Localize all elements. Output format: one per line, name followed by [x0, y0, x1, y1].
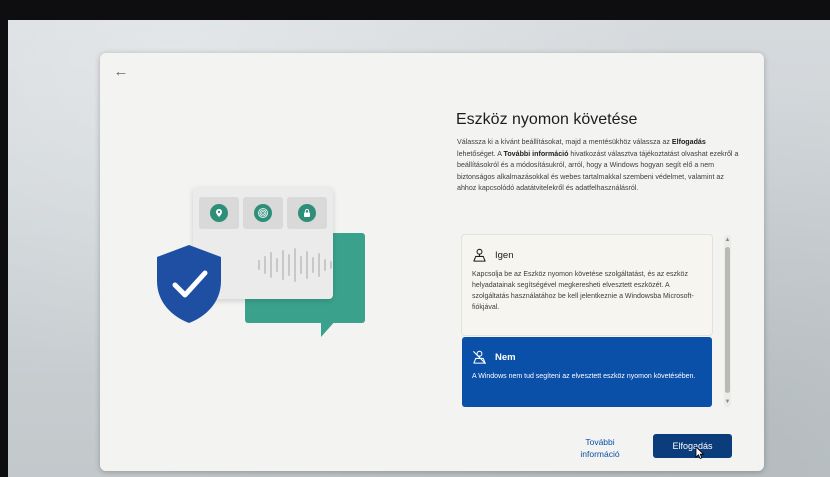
setup-dialog: ← Eszköz nyomon követése Válassza ki a k… [100, 53, 764, 471]
audio-wave-graphic [258, 248, 332, 282]
options-list: Igen Kapcsolja be az Eszköz nyomon követ… [462, 235, 732, 407]
option-no-header: Nem [472, 347, 702, 367]
oobe-screen: ← Eszköz nyomon követése Válassza ki a k… [8, 20, 830, 477]
shield-check-icon [157, 245, 221, 323]
location-pin-icon [210, 204, 228, 222]
more-info-button[interactable]: További információ [570, 436, 630, 460]
scroll-down-icon[interactable]: ▼ [724, 397, 731, 407]
description-accept-ref: Elfogadás [671, 138, 706, 146]
option-no-label: Nem [495, 351, 516, 363]
description-text: lehetőséget. A [457, 149, 504, 158]
option-no-description: A Windows nem tud segíteni az elvesztett… [472, 373, 696, 380]
privacy-illustration [145, 183, 375, 353]
option-yes[interactable]: Igen Kapcsolja be az Eszköz nyomon követ… [462, 235, 712, 335]
options-scrollbar[interactable]: ▲ ▼ [724, 235, 731, 407]
option-yes-description: Kapcsolja be az Eszköz nyomon követése s… [472, 271, 694, 311]
mouse-cursor-icon [695, 446, 705, 460]
lock-icon [298, 204, 316, 222]
back-button[interactable]: ← [108, 61, 134, 83]
location-person-icon [473, 248, 486, 262]
option-no[interactable]: Nem A Windows nem tud segíteni az elvesz… [462, 337, 712, 407]
page-description: Válassza ki a kívánt beállításokat, majd… [457, 137, 739, 195]
scrollbar-thumb[interactable] [725, 247, 730, 393]
location-off-icon [473, 350, 486, 364]
description-text: Válassza ki a kívánt beállításokat, majd… [457, 138, 672, 146]
accept-button[interactable]: Elfogadás [653, 434, 732, 458]
location-pin-tile [199, 197, 239, 229]
chat-bubble-tail [321, 319, 337, 337]
fingerprint-tile [243, 197, 283, 229]
scroll-up-icon[interactable]: ▲ [724, 235, 731, 245]
lock-tile [287, 197, 327, 229]
option-yes-header: Igen [472, 245, 702, 265]
arrow-left-icon: ← [113, 63, 129, 80]
monitor-bezel [0, 0, 830, 20]
fingerprint-icon [254, 204, 272, 222]
accept-button-label: Elfogadás [672, 441, 713, 451]
description-more-info-ref: További információ [503, 149, 569, 158]
page-title: Eszköz nyomon követése [456, 111, 638, 128]
option-yes-label: Igen [495, 249, 514, 261]
